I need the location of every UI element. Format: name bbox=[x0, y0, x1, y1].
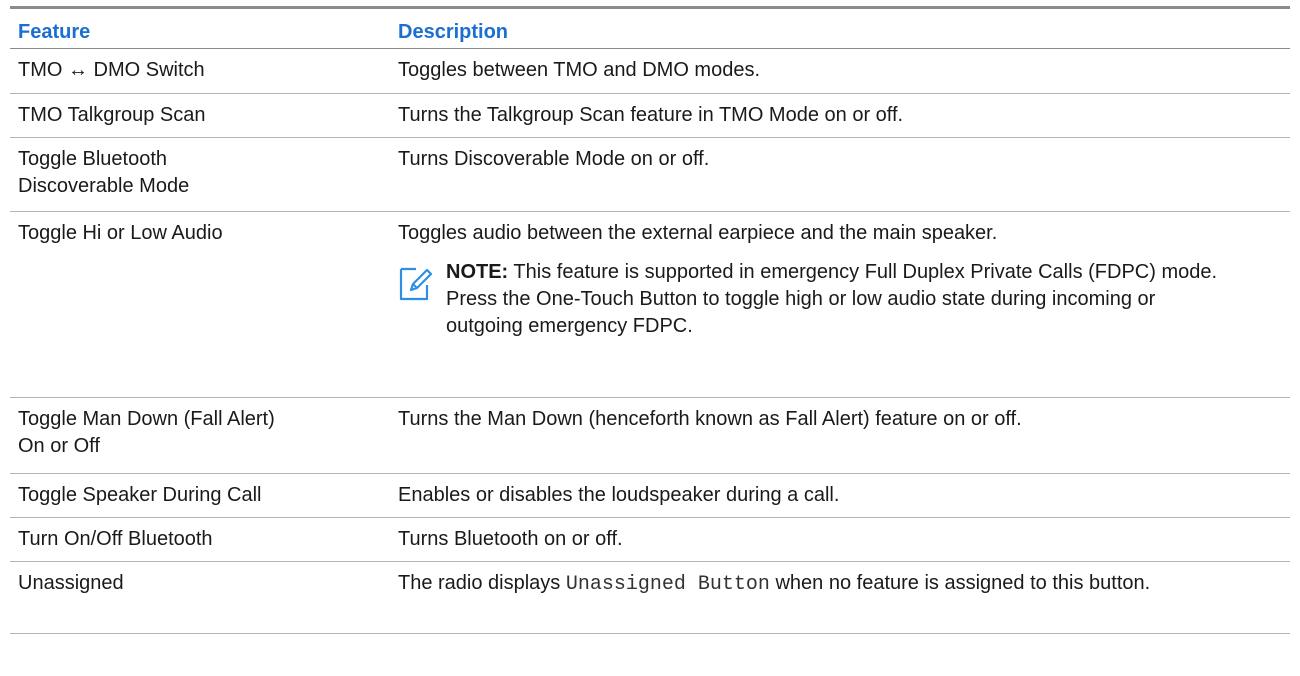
description-cell: Turns the Man Down (henceforth known as … bbox=[398, 408, 1022, 430]
feature-cell: Toggle Bluetooth Discoverable Mode bbox=[18, 148, 190, 197]
description-cell: Toggles audio between the external earpi… bbox=[398, 212, 1290, 397]
description-prefix: The radio displays bbox=[398, 572, 561, 594]
note-body: This feature is supported in emergency F… bbox=[446, 261, 1218, 337]
note-text: NOTE: This feature is supported in emerg… bbox=[446, 259, 1226, 340]
pencil-note-icon bbox=[399, 267, 432, 301]
note-block: NOTE: This feature is supported in emerg… bbox=[398, 259, 1270, 340]
table-row: Toggle Speaker During Call Enables or di… bbox=[10, 474, 1290, 518]
header-feature: Feature bbox=[18, 21, 91, 43]
table-row: Toggle Hi or Low Audio Toggles audio bet… bbox=[10, 212, 1290, 398]
table-row: Toggle Man Down (Fall Alert) On or Off T… bbox=[10, 398, 1290, 474]
note-label: NOTE: bbox=[446, 261, 509, 283]
feature-table: Feature Description TMO ↔ DMO Switch Tog… bbox=[10, 6, 1290, 634]
description-cell: Turns Discoverable Mode on or off. bbox=[398, 148, 710, 170]
table-header-row: Feature Description bbox=[10, 9, 1290, 49]
table-row: TMO ↔ DMO Switch Toggles between TMO and… bbox=[10, 49, 1290, 94]
feature-cell: TMO ↔ DMO Switch bbox=[18, 59, 205, 81]
feature-cell: Toggle Man Down (Fall Alert) On or Off bbox=[18, 408, 275, 457]
feature-cell: Turn On/Off Bluetooth bbox=[18, 528, 213, 550]
table-row: Unassigned The radio displays Unassigned… bbox=[10, 562, 1290, 634]
table-row: TMO Talkgroup Scan Turns the Talkgroup S… bbox=[10, 94, 1290, 138]
display-text-code: Unassigned Button bbox=[565, 573, 770, 596]
description-cell: Turns Bluetooth on or off. bbox=[398, 528, 623, 550]
description-cell: Enables or disables the loudspeaker duri… bbox=[398, 484, 840, 506]
description-suffix: when no feature is assigned to this butt… bbox=[775, 572, 1151, 594]
description-cell: Turns the Talkgroup Scan feature in TMO … bbox=[398, 104, 904, 126]
feature-cell: Toggle Speaker During Call bbox=[18, 484, 262, 506]
table-row: Turn On/Off Bluetooth Turns Bluetooth on… bbox=[10, 518, 1290, 562]
table-row: Toggle Bluetooth Discoverable Mode Turns… bbox=[10, 138, 1290, 212]
description-text: Toggles audio between the external earpi… bbox=[398, 222, 998, 244]
feature-cell: Toggle Hi or Low Audio bbox=[18, 222, 223, 244]
description-cell: The radio displays Unassigned Button whe… bbox=[398, 562, 1290, 633]
header-description: Description bbox=[398, 21, 509, 43]
feature-cell: Unassigned bbox=[18, 572, 124, 594]
description-cell: Toggles between TMO and DMO modes. bbox=[398, 59, 761, 81]
feature-cell: TMO Talkgroup Scan bbox=[18, 104, 206, 126]
